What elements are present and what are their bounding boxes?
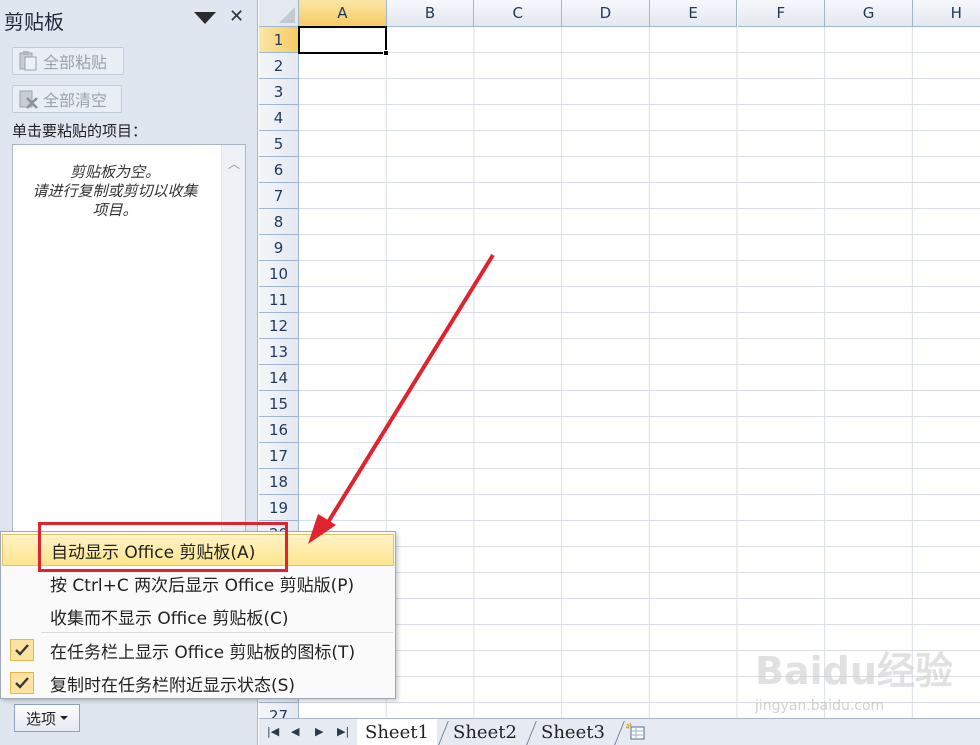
watermark-logo: Baidu经验 jingyan.baidu.com [755,640,975,720]
clipboard-item-list[interactable]: 剪贴板为空。 请进行复制或剪切以收集 项目。 ︿ [12,144,246,544]
list-scrollbar[interactable]: ︿ [221,145,245,543]
tab-separator [614,721,625,745]
sheet-tab-bar: |◀ ◀ ▶ ▶| Sheet1 Sheet2 Sheet3 [259,718,980,745]
paste-all-button[interactable]: 全部粘贴 [12,47,124,75]
sheet-tab-3[interactable]: Sheet3 [533,719,613,745]
menu-item-3[interactable]: 收集而不显示 Office 剪贴板(C) [2,600,394,632]
prev-sheet-icon[interactable]: ◀ [291,725,299,738]
last-sheet-icon[interactable]: ▶| [337,725,349,738]
column-header-g[interactable]: G [825,0,913,27]
row-header-18[interactable]: 18 [259,469,299,495]
close-icon[interactable]: ✕ [229,6,244,27]
watermark-brand: Baidu经验 [755,649,953,693]
column-header-c[interactable]: C [474,0,563,27]
row-header-27[interactable]: 27 [259,703,299,718]
options-label: 选项 [25,709,56,728]
active-cell[interactable] [298,26,389,56]
checkmark-icon [10,672,34,694]
menu-item-label: 在任务栏上显示 Office 剪贴板的图标(T) [50,642,356,663]
clear-icon [19,90,38,109]
watermark-url: jingyan.baidu.com [755,698,885,714]
row-header-5[interactable]: 5 [259,131,299,157]
row-header-9[interactable]: 9 [259,235,299,261]
row-header-7[interactable]: 7 [259,183,299,209]
column-header-h[interactable]: H [912,0,980,27]
row-header-12[interactable]: 12 [259,313,299,339]
select-all-corner[interactable] [259,0,299,27]
row-header-13[interactable]: 13 [259,339,299,365]
clear-all-button[interactable]: 全部清空 [12,85,122,113]
next-sheet-icon[interactable]: ▶ [315,725,323,738]
checkmark-icon [10,639,34,661]
row-header-11[interactable]: 11 [259,287,299,313]
sheet-tab-2[interactable]: Sheet2 [445,719,525,745]
row-header-2[interactable]: 2 [259,53,299,79]
column-header-d[interactable]: D [562,0,650,27]
row-header-1[interactable]: 1 [259,27,299,53]
menu-item-label: 收集而不显示 Office 剪贴板(C) [50,608,289,629]
scroll-up-icon[interactable]: ︿ [228,155,240,172]
pane-title: 剪贴板 [4,10,64,34]
column-header-b[interactable]: B [386,0,475,27]
row-header-4[interactable]: 4 [259,105,299,131]
empty-message: 剪贴板为空。 请进行复制或剪切以收集 项目。 [15,163,215,220]
paste-icon [19,51,37,71]
paste-all-label: 全部粘贴 [43,53,108,72]
cell-area[interactable] [299,27,980,718]
sheet-tab-1[interactable]: Sheet1 [357,719,437,745]
row-header-14[interactable]: 14 [259,365,299,391]
menu-item-5[interactable]: 复制时在任务栏附近显示状态(S) [2,667,394,699]
options-button[interactable]: 选项 [14,704,80,732]
paste-instruction: 单击要粘贴的项目： [12,122,148,140]
row-header-16[interactable]: 16 [259,417,299,443]
column-header-f[interactable]: F [737,0,826,27]
menu-item-label: 复制时在任务栏附近显示状态(S) [50,675,296,696]
chevron-down-icon [60,716,68,720]
fill-handle[interactable] [383,50,389,56]
row-header-6[interactable]: 6 [259,157,299,183]
column-header-e[interactable]: E [649,0,738,27]
row-header-17[interactable]: 17 [259,443,299,469]
empty-message-line-2: 请进行复制或剪切以收集 [32,182,198,200]
row-header-15[interactable]: 15 [259,391,299,417]
first-sheet-icon[interactable]: |◀ [267,725,279,738]
column-header-a[interactable]: A [299,0,387,27]
pane-menu-arrow-icon[interactable] [194,12,216,24]
menu-separator [41,632,393,633]
row-header-3[interactable]: 3 [259,79,299,105]
row-header-8[interactable]: 8 [259,209,299,235]
row-header-10[interactable]: 10 [259,261,299,287]
empty-message-line-1: 剪贴板为空。 [69,163,160,181]
row-header-19[interactable]: 19 [259,495,299,521]
empty-message-line-3: 项目。 [92,201,138,219]
menu-item-label: 按 Ctrl+C 两次后显示 Office 剪贴版(P) [50,575,355,596]
clear-all-label: 全部清空 [43,91,108,110]
menu-item-4[interactable]: 在任务栏上显示 Office 剪贴板的图标(T) [2,634,394,666]
annotation-highlight-box [38,522,288,572]
insert-sheet-icon[interactable] [625,722,651,742]
select-all-icon [279,7,295,23]
